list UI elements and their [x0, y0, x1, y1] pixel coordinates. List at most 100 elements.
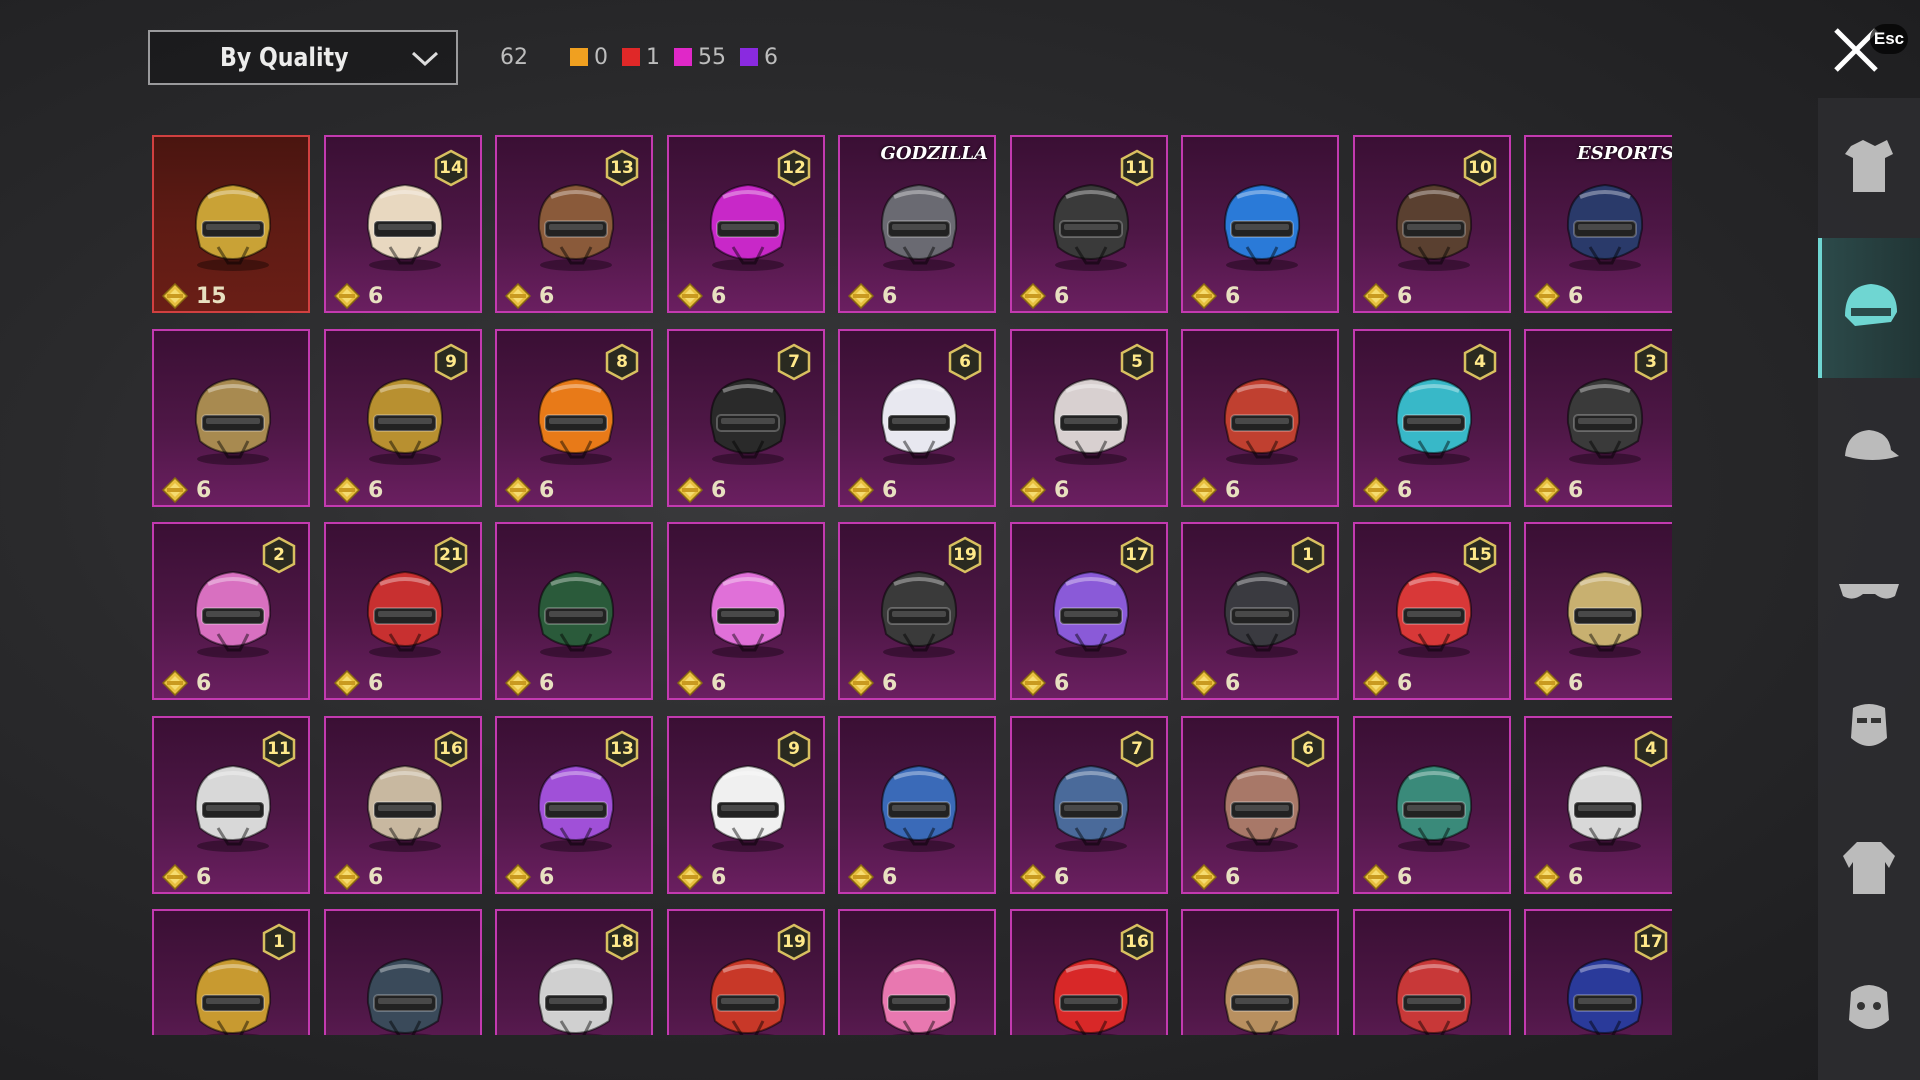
- currency-icon: [505, 670, 531, 696]
- sidebar-item-hat[interactable]: [1818, 378, 1920, 518]
- helmet-item-tile[interactable]: 6 13: [495, 135, 653, 313]
- currency-icon: [505, 864, 531, 890]
- item-price-value: 6: [1225, 670, 1241, 696]
- helmet-item-tile[interactable]: 18: [495, 909, 653, 1035]
- helmet-item-tile[interactable]: 6: [838, 716, 996, 894]
- helmet-item-tile[interactable]: 6: [1181, 329, 1339, 507]
- helmet-item-tile[interactable]: 6: [1353, 716, 1511, 894]
- helmet-item-tile[interactable]: 6 GODZILLA: [838, 135, 996, 313]
- level-badge-value: 17: [1125, 545, 1149, 565]
- helmet-item-tile[interactable]: 17: [1524, 909, 1672, 1035]
- quality-count: 1: [622, 45, 660, 70]
- helmet-item-tile[interactable]: 6 ESPORTS: [1524, 135, 1672, 313]
- helmet-item-tile[interactable]: 6 19: [838, 522, 996, 700]
- helmet-item-tile[interactable]: 6 12: [667, 135, 825, 313]
- helmet-item-tile[interactable]: 6 11: [152, 716, 310, 894]
- helmet-item-tile[interactable]: 6: [1181, 135, 1339, 313]
- helmet-item-tile[interactable]: 66: [838, 329, 996, 507]
- glasses-icon: [1839, 584, 1899, 599]
- item-price: 6: [1191, 477, 1240, 503]
- helmet-item-tile[interactable]: 67: [1010, 716, 1168, 894]
- helmet-item-tile[interactable]: 6 15: [1353, 522, 1511, 700]
- sidebar-item-helmet[interactable]: [1818, 238, 1920, 378]
- item-price: 6: [1534, 283, 1583, 309]
- helmet-item-tile[interactable]: 6: [495, 522, 653, 700]
- helmet-item-tile[interactable]: 1: [152, 909, 310, 1035]
- level-badge: 3: [1632, 343, 1670, 381]
- sidebar-item-glasses[interactable]: [1818, 518, 1920, 658]
- quality-count: 55: [674, 45, 726, 70]
- close-button[interactable]: Esc: [1830, 20, 1910, 76]
- item-price-value: 6: [1397, 477, 1413, 503]
- item-price-value: 6: [882, 283, 898, 309]
- helmet-icon: [1223, 377, 1301, 465]
- helmet-item-tile[interactable]: 67: [667, 329, 825, 507]
- item-price-value: 6: [1054, 670, 1070, 696]
- top-bar: By Quality 62 0 1 55 6 Esc: [0, 0, 1920, 120]
- level-badge-value: 13: [610, 158, 634, 178]
- helmet-item-tile[interactable]: 66: [1181, 716, 1339, 894]
- helmet-item-tile[interactable]: 63: [1524, 329, 1672, 507]
- level-badge: 10: [1461, 149, 1499, 187]
- sidebar-item-mask[interactable]: [1818, 658, 1920, 798]
- helmet-item-tile[interactable]: 61: [1181, 522, 1339, 700]
- item-price: 6: [162, 864, 211, 890]
- helmet-item-tile[interactable]: 69: [667, 716, 825, 894]
- sort-dropdown[interactable]: By Quality: [148, 30, 458, 85]
- level-badge: 13: [603, 149, 641, 187]
- level-badge-value: 1: [1302, 545, 1314, 565]
- item-price: 6: [334, 670, 383, 696]
- helmet-item-tile[interactable]: [1181, 909, 1339, 1035]
- level-badge: 18: [603, 923, 641, 961]
- helmet-item-tile[interactable]: [838, 909, 996, 1035]
- item-price: 15: [162, 283, 227, 309]
- level-badge-value: 4: [1645, 739, 1657, 759]
- helmet-item-tile[interactable]: 6 14: [324, 135, 482, 313]
- helmet-item-tile[interactable]: 6 10: [1353, 135, 1511, 313]
- item-price: 6: [505, 864, 554, 890]
- helmet-item-tile[interactable]: 69: [324, 329, 482, 507]
- helmet-item-tile[interactable]: 6: [1524, 522, 1672, 700]
- helmet-item-tile[interactable]: 19: [667, 909, 825, 1035]
- item-price: 6: [334, 477, 383, 503]
- currency-icon: [677, 477, 703, 503]
- helmet-item-tile[interactable]: 64: [1524, 716, 1672, 894]
- helmet-item-tile[interactable]: [1353, 909, 1511, 1035]
- helmet-item-tile[interactable]: 15: [152, 135, 310, 313]
- helmet-item-tile[interactable]: 6 17: [1010, 522, 1168, 700]
- helmet-item-tile[interactable]: 68: [495, 329, 653, 507]
- helmet-item-tile[interactable]: 64: [1353, 329, 1511, 507]
- level-badge-value: 12: [782, 158, 806, 178]
- helmet-item-tile[interactable]: 6: [152, 329, 310, 507]
- helmet-item-tile[interactable]: 65: [1010, 329, 1168, 507]
- currency-icon: [848, 283, 874, 309]
- item-price-value: 6: [368, 670, 384, 696]
- helmet-item-tile[interactable]: 16: [1010, 909, 1168, 1035]
- helmet-item-tile[interactable]: 6 16: [324, 716, 482, 894]
- sidebar-item-outfit[interactable]: [1818, 98, 1920, 238]
- level-badge-value: 2: [273, 545, 285, 565]
- sidebar-item-face[interactable]: [1818, 938, 1920, 1078]
- helmet-item-tile[interactable]: 6 13: [495, 716, 653, 894]
- currency-icon: [677, 670, 703, 696]
- level-badge-value: 16: [1125, 932, 1149, 952]
- item-price-value: 6: [539, 670, 555, 696]
- helmet-item-tile[interactable]: [324, 909, 482, 1035]
- helmet-item-tile[interactable]: 6 21: [324, 522, 482, 700]
- helmet-item-tile[interactable]: 6: [667, 522, 825, 700]
- helmet-item-tile[interactable]: 62: [152, 522, 310, 700]
- helmet-icon: [194, 377, 272, 465]
- item-price: 6: [1191, 670, 1240, 696]
- level-badge-value: 4: [1474, 352, 1486, 372]
- item-price: 6: [848, 477, 897, 503]
- level-badge-value: 19: [782, 932, 806, 952]
- item-price-value: 6: [1225, 477, 1241, 503]
- helmet-icon: [1566, 183, 1644, 271]
- helmet-item-tile[interactable]: 6 11: [1010, 135, 1168, 313]
- item-price: 6: [1191, 283, 1240, 309]
- currency-icon: [162, 477, 188, 503]
- level-badge: 4: [1632, 730, 1670, 768]
- currency-icon: [505, 477, 531, 503]
- sidebar-item-jacket[interactable]: [1818, 798, 1920, 938]
- helmet-icon: [1223, 957, 1301, 1035]
